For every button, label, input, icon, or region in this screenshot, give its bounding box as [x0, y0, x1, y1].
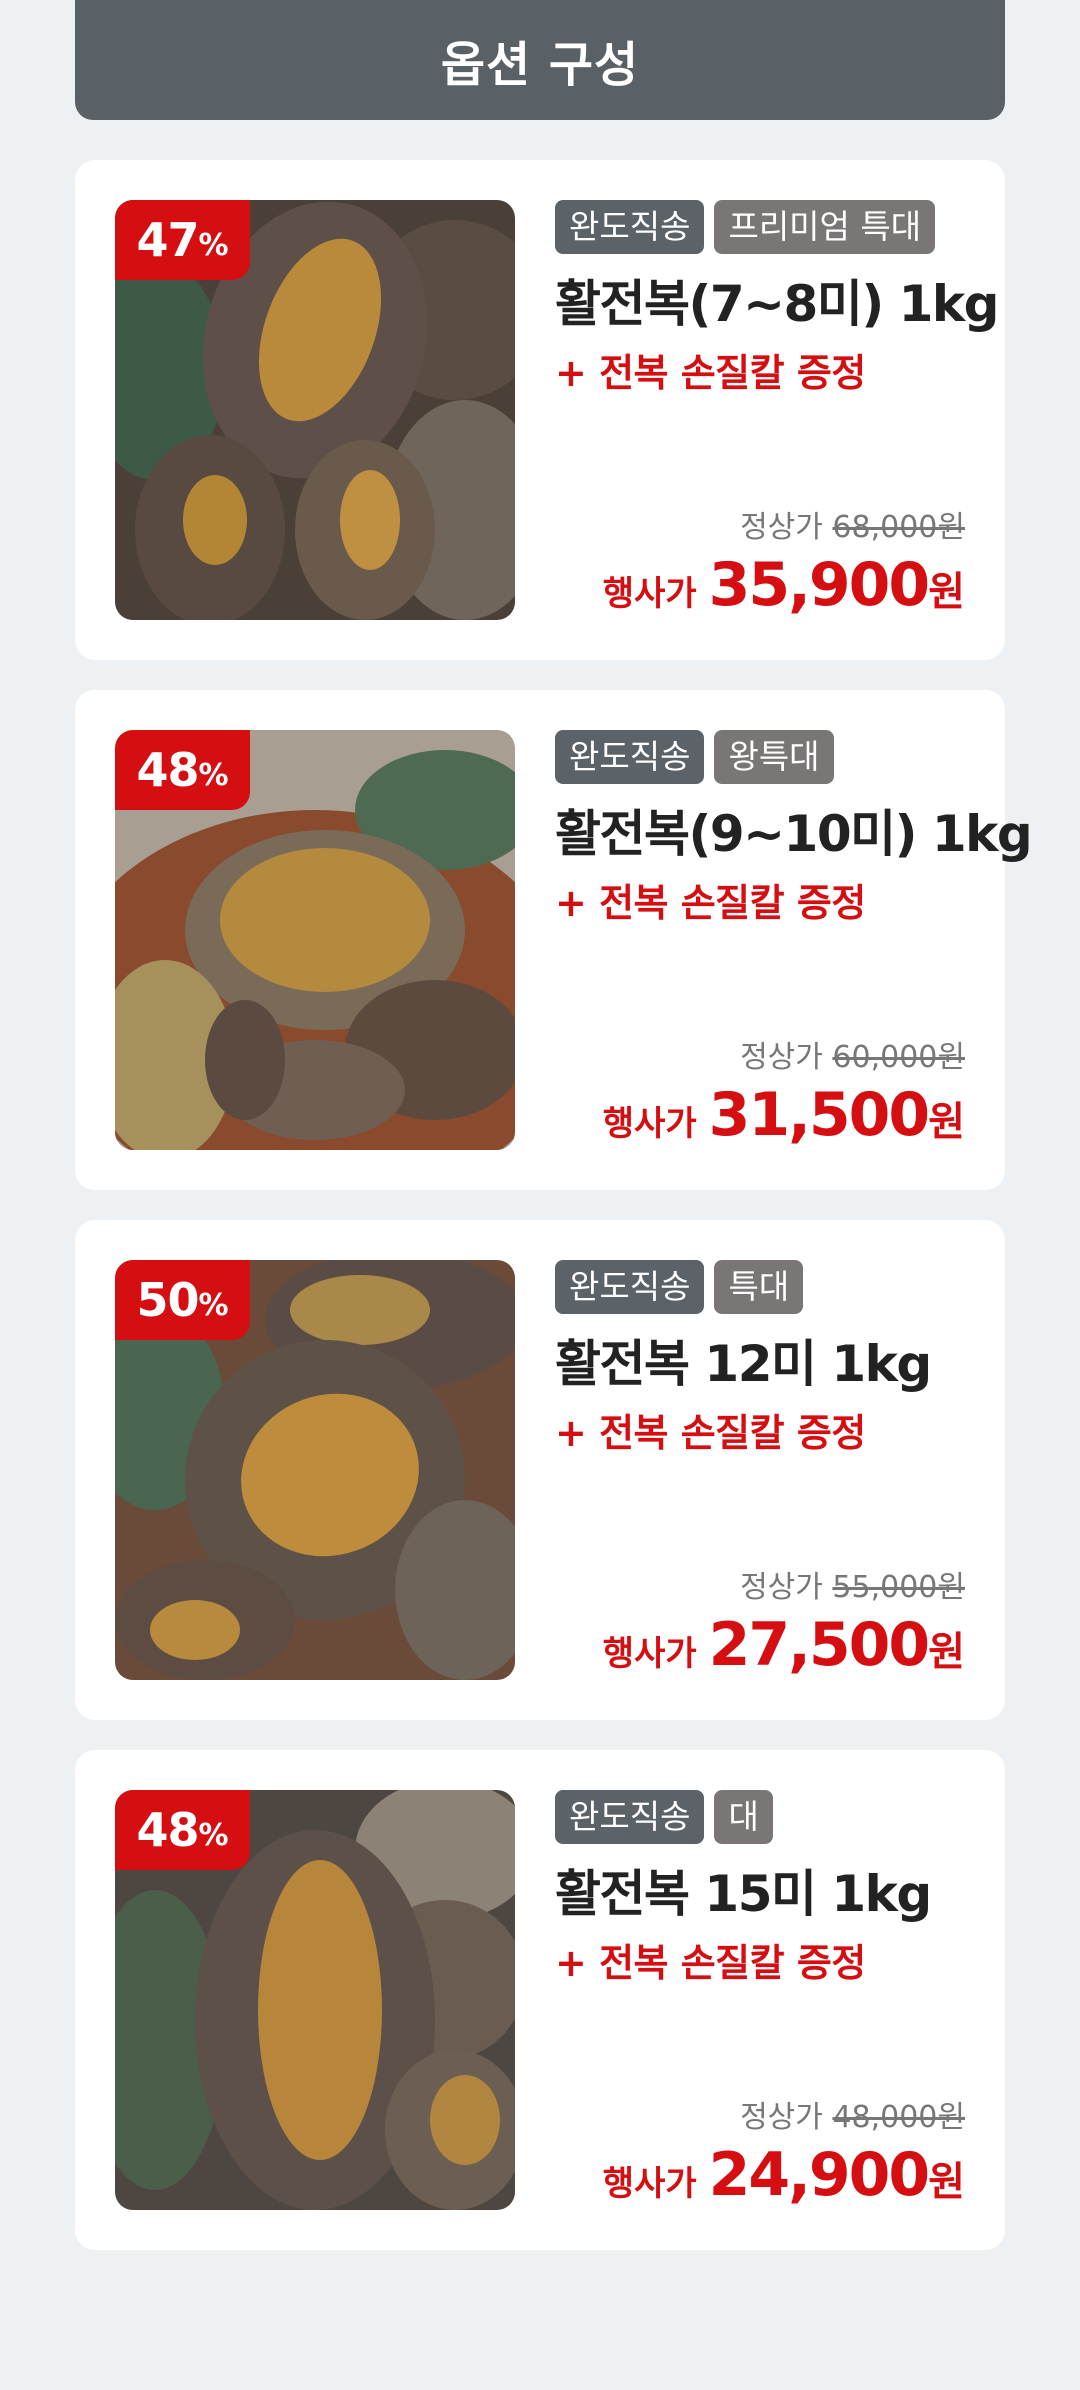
product-tags: 완도직송 왕특대 [555, 730, 965, 784]
sale-price-row: 행사가 24,900원 [603, 2140, 965, 2210]
product-card[interactable]: 48% 완도직송 대 활전복 15미 1kg + 전복 손질칼 증정 정상가 4… [75, 1750, 1005, 2250]
discount-badge: 50% [115, 1260, 250, 1340]
options-header: 옵션 구성 [75, 0, 1005, 120]
tag-origin: 완도직송 [555, 730, 705, 784]
product-image-abalone[interactable]: 48% [115, 730, 515, 1150]
sale-price-label: 행사가 [602, 574, 697, 614]
product-tags: 완도직송 대 [555, 1790, 965, 1844]
sale-price: 24,900 [708, 2140, 931, 2210]
original-price-label: 정상가 [740, 1040, 823, 1075]
original-price-row: 정상가 48,000원 [603, 2092, 965, 2136]
sale-price-row: 행사가 35,900원 [603, 550, 965, 620]
gift-text: + 전복 손질칼 증정 [555, 1411, 866, 1455]
discount-badge: 48% [115, 730, 250, 810]
product-card[interactable]: 48% 완도직송 왕특대 활전복(9~10미) 1kg + 전복 손질칼 증정 … [75, 690, 1033, 1190]
original-price: 55,000원 [832, 1570, 965, 1605]
tag-grade: 특대 [714, 1260, 804, 1314]
product-tags: 완도직송 특대 [555, 1260, 965, 1314]
price-block: 정상가 48,000원 행사가 24,900원 [603, 2092, 965, 2210]
original-price-label: 정상가 [740, 1570, 823, 1605]
product-info: 완도직송 특대 활전복 12미 1kg + 전복 손질칼 증정 정상가 55,0… [555, 1260, 965, 1680]
original-price-label: 정상가 [740, 2100, 823, 2135]
product-info: 완도직송 프리미엄 특대 활전복(7~8미) 1kg + 전복 손질칼 증정 정… [555, 200, 999, 620]
tag-grade: 대 [714, 1790, 773, 1844]
product-name: 활전복(9~10미) 1kg [555, 805, 1033, 863]
product-image-abalone[interactable]: 50% [115, 1260, 515, 1680]
product-image-abalone[interactable]: 48% [115, 1790, 515, 2210]
sale-price-unit: 원 [928, 1099, 965, 1145]
product-info: 완도직송 대 활전복 15미 1kg + 전복 손질칼 증정 정상가 48,00… [555, 1790, 965, 2210]
price-block: 정상가 55,000원 행사가 27,500원 [603, 1562, 965, 1680]
discount-badge: 48% [115, 1790, 250, 1870]
product-card[interactable]: 50% 완도직송 특대 활전복 12미 1kg + 전복 손질칼 증정 정상가 … [75, 1220, 1005, 1720]
sale-price: 31,500 [708, 1080, 931, 1150]
options-title: 옵션 구성 [440, 37, 640, 93]
original-price: 60,000원 [832, 1040, 965, 1075]
product-image-abalone[interactable]: 47% [115, 200, 515, 620]
gift-text: + 전복 손질칼 증정 [555, 1941, 866, 1985]
sale-price-unit: 원 [928, 569, 965, 615]
price-block: 정상가 60,000원 행사가 31,500원 [603, 1032, 965, 1150]
original-price: 68,000원 [832, 510, 965, 545]
sale-price: 35,900 [708, 550, 931, 620]
sale-price-unit: 원 [928, 1629, 965, 1675]
sale-price-label: 행사가 [602, 1634, 697, 1674]
tag-origin: 완도직송 [555, 1790, 705, 1844]
tag-origin: 완도직송 [555, 200, 705, 254]
discount-badge: 47% [115, 200, 250, 280]
original-price-row: 정상가 55,000원 [603, 1562, 965, 1606]
product-name: 활전복 12미 1kg [555, 1335, 932, 1393]
gift-text: + 전복 손질칼 증정 [555, 881, 866, 925]
tag-origin: 완도직송 [555, 1260, 705, 1314]
product-info: 완도직송 왕특대 활전복(9~10미) 1kg + 전복 손질칼 증정 정상가 … [555, 730, 1033, 1150]
original-price-row: 정상가 68,000원 [603, 502, 965, 546]
sale-price-row: 행사가 27,500원 [603, 1610, 965, 1680]
product-name: 활전복 15미 1kg [555, 1865, 932, 1923]
sale-price: 27,500 [708, 1610, 931, 1680]
original-price-label: 정상가 [740, 510, 823, 545]
gift-text: + 전복 손질칼 증정 [555, 351, 866, 395]
sale-price-row: 행사가 31,500원 [603, 1080, 965, 1150]
tag-grade: 왕특대 [714, 730, 834, 784]
price-block: 정상가 68,000원 행사가 35,900원 [603, 502, 965, 620]
tag-grade: 프리미엄 특대 [714, 200, 936, 254]
product-tags: 완도직송 프리미엄 특대 [555, 200, 965, 254]
sale-price-unit: 원 [928, 2159, 965, 2205]
original-price-row: 정상가 60,000원 [603, 1032, 965, 1076]
product-name: 활전복(7~8미) 1kg [555, 275, 999, 333]
sale-price-label: 행사가 [602, 2164, 697, 2204]
original-price: 48,000원 [832, 2100, 965, 2135]
product-card[interactable]: 47% 완도직송 프리미엄 특대 활전복(7~8미) 1kg + 전복 손질칼 … [75, 160, 1005, 660]
sale-price-label: 행사가 [602, 1104, 697, 1144]
